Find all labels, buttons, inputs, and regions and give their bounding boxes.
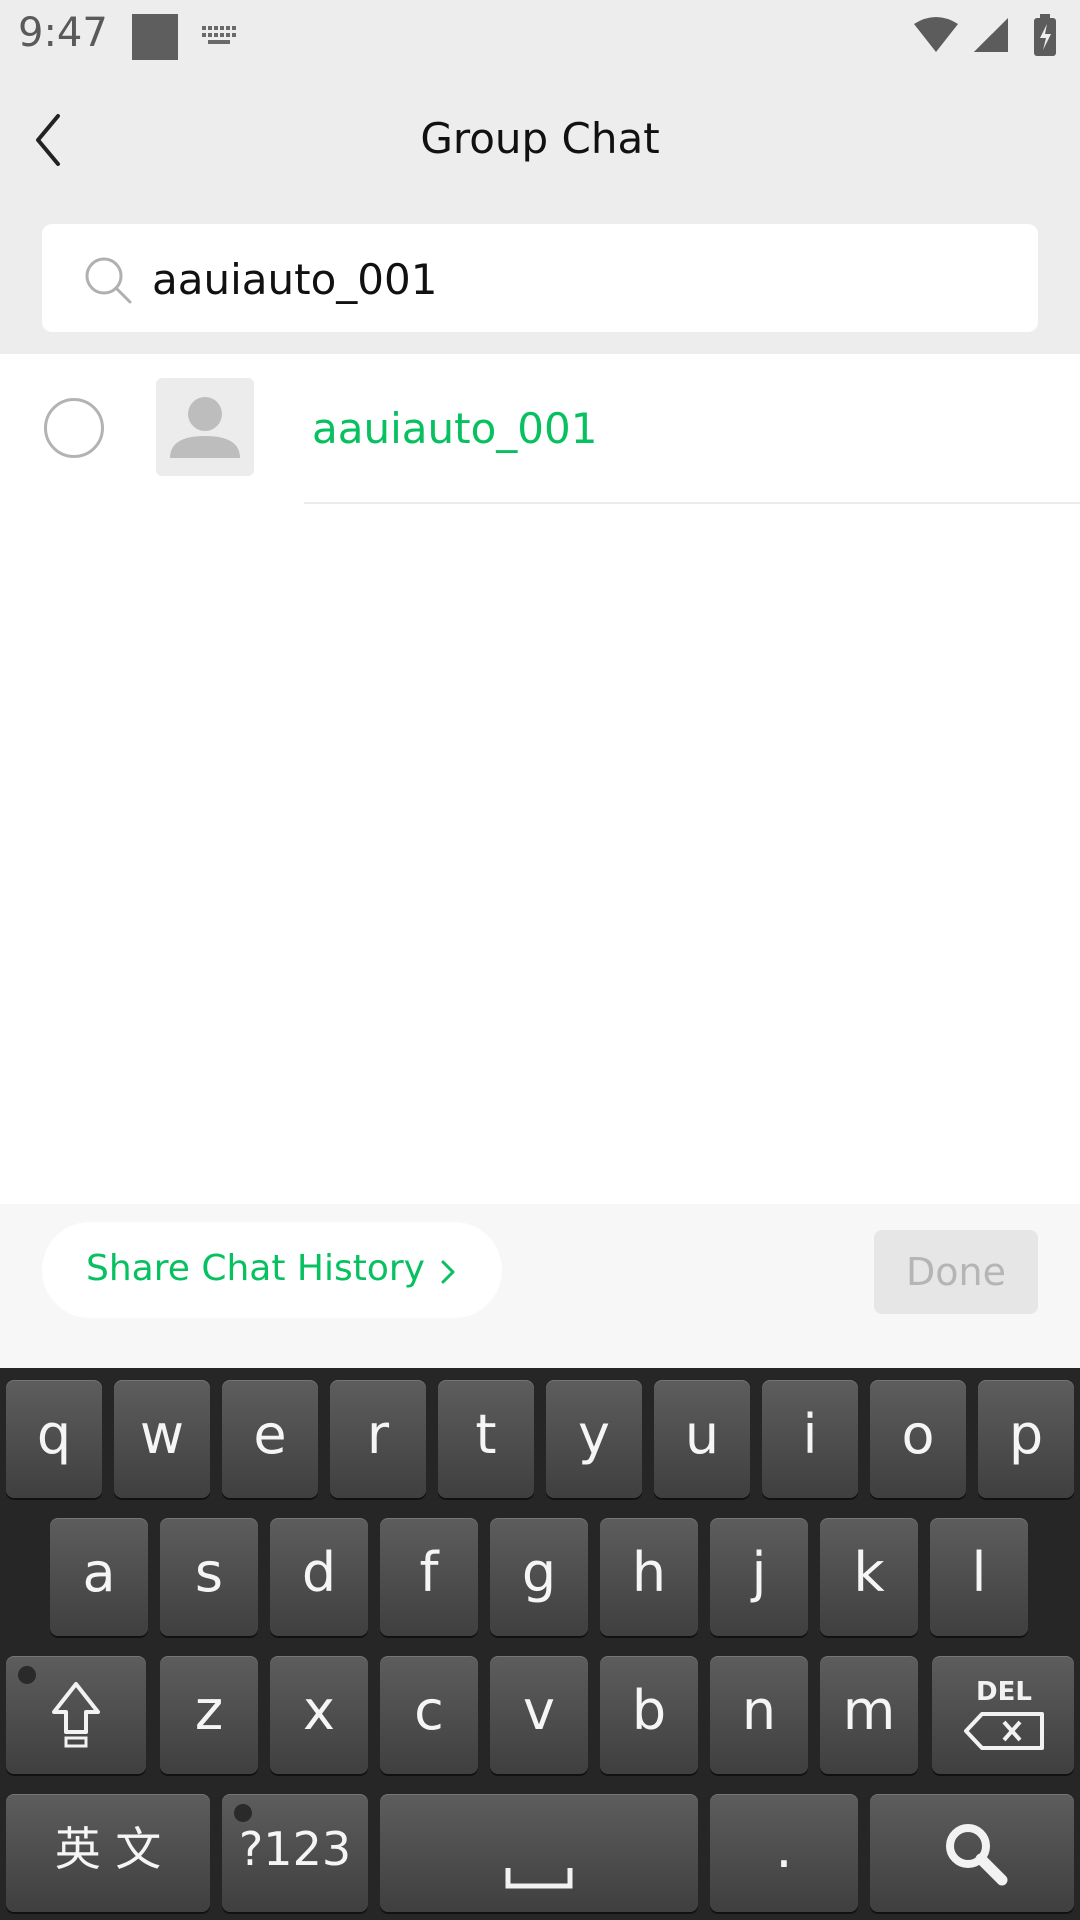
shift-arrow-icon — [52, 1682, 100, 1748]
key-t[interactable]: t — [438, 1380, 534, 1498]
divider — [304, 502, 1080, 504]
status-time: 9:47 — [18, 10, 108, 56]
svg-text:DEL: DEL — [976, 1677, 1032, 1707]
chevron-right-icon — [441, 1260, 455, 1284]
key-j[interactable]: j — [710, 1518, 808, 1636]
search-input[interactable] — [150, 238, 1014, 320]
soft-keyboard: q w e r t y u i o p a s d f g h j k l z … — [0, 1368, 1080, 1920]
avatar — [156, 378, 254, 476]
period-key[interactable]: . — [710, 1794, 858, 1912]
contact-list: aauiauto_001 — [0, 354, 1080, 504]
shift-key[interactable] — [6, 1656, 146, 1774]
key-w[interactable]: w — [114, 1380, 210, 1498]
key-x[interactable]: x — [270, 1656, 368, 1774]
search-section — [0, 210, 1080, 354]
language-switch-key[interactable]: 英 文 — [6, 1794, 210, 1912]
key-o[interactable]: o — [870, 1380, 966, 1498]
wifi-icon — [914, 17, 958, 52]
key-u[interactable]: u — [654, 1380, 750, 1498]
page-title: Group Chat — [420, 114, 660, 163]
status-bar: 9:47 — [0, 0, 1080, 72]
done-button[interactable]: Done — [874, 1230, 1038, 1314]
key-m[interactable]: m — [820, 1656, 918, 1774]
indicator-dot — [234, 1804, 252, 1822]
key-q[interactable]: q — [6, 1380, 102, 1498]
app-header: Group Chat — [0, 72, 1080, 210]
symbols-key[interactable]: ?123 — [222, 1794, 368, 1912]
select-radio[interactable] — [44, 398, 104, 458]
key-y[interactable]: y — [546, 1380, 642, 1498]
key-a[interactable]: a — [50, 1518, 148, 1636]
contact-name: aauiauto_001 — [312, 404, 598, 453]
status-icons — [914, 14, 1056, 56]
key-r[interactable]: r — [330, 1380, 426, 1498]
key-e[interactable]: e — [222, 1380, 318, 1498]
key-z[interactable]: z — [160, 1656, 258, 1774]
key-f[interactable]: f — [380, 1518, 478, 1636]
key-d[interactable]: d — [270, 1518, 368, 1636]
notification-icon — [132, 14, 178, 60]
search-box[interactable] — [42, 224, 1038, 332]
magnifier-icon — [85, 257, 132, 304]
search-icon — [946, 1824, 1008, 1886]
symbols-label: ?123 — [238, 1822, 352, 1876]
share-label: Share Chat History — [86, 1248, 425, 1289]
battery-icon — [1034, 14, 1056, 56]
key-l[interactable]: l — [930, 1518, 1028, 1636]
delete-key[interactable]: DEL — [932, 1656, 1074, 1774]
signal-icon — [974, 18, 1008, 52]
key-p[interactable]: p — [978, 1380, 1074, 1498]
key-g[interactable]: g — [490, 1518, 588, 1636]
key-b[interactable]: b — [600, 1656, 698, 1774]
key-v[interactable]: v — [490, 1656, 588, 1774]
key-s[interactable]: s — [160, 1518, 258, 1636]
keyboard-status-icon — [202, 26, 236, 44]
key-c[interactable]: c — [380, 1656, 478, 1774]
list-item[interactable]: aauiauto_001 — [0, 354, 1080, 504]
default-avatar-icon — [170, 397, 240, 458]
indicator-dot — [18, 1666, 36, 1684]
delete-icon: DEL — [964, 1677, 1044, 1750]
space-key[interactable] — [380, 1794, 698, 1912]
share-chat-history-button[interactable]: Share Chat History — [42, 1222, 502, 1318]
bottom-action-bar: Share Chat History Done — [0, 1204, 1080, 1368]
key-i[interactable]: i — [762, 1380, 858, 1498]
key-k[interactable]: k — [820, 1518, 918, 1636]
space-icon — [505, 1868, 573, 1889]
key-h[interactable]: h — [600, 1518, 698, 1636]
key-n[interactable]: n — [710, 1656, 808, 1774]
search-enter-key[interactable] — [870, 1794, 1074, 1912]
